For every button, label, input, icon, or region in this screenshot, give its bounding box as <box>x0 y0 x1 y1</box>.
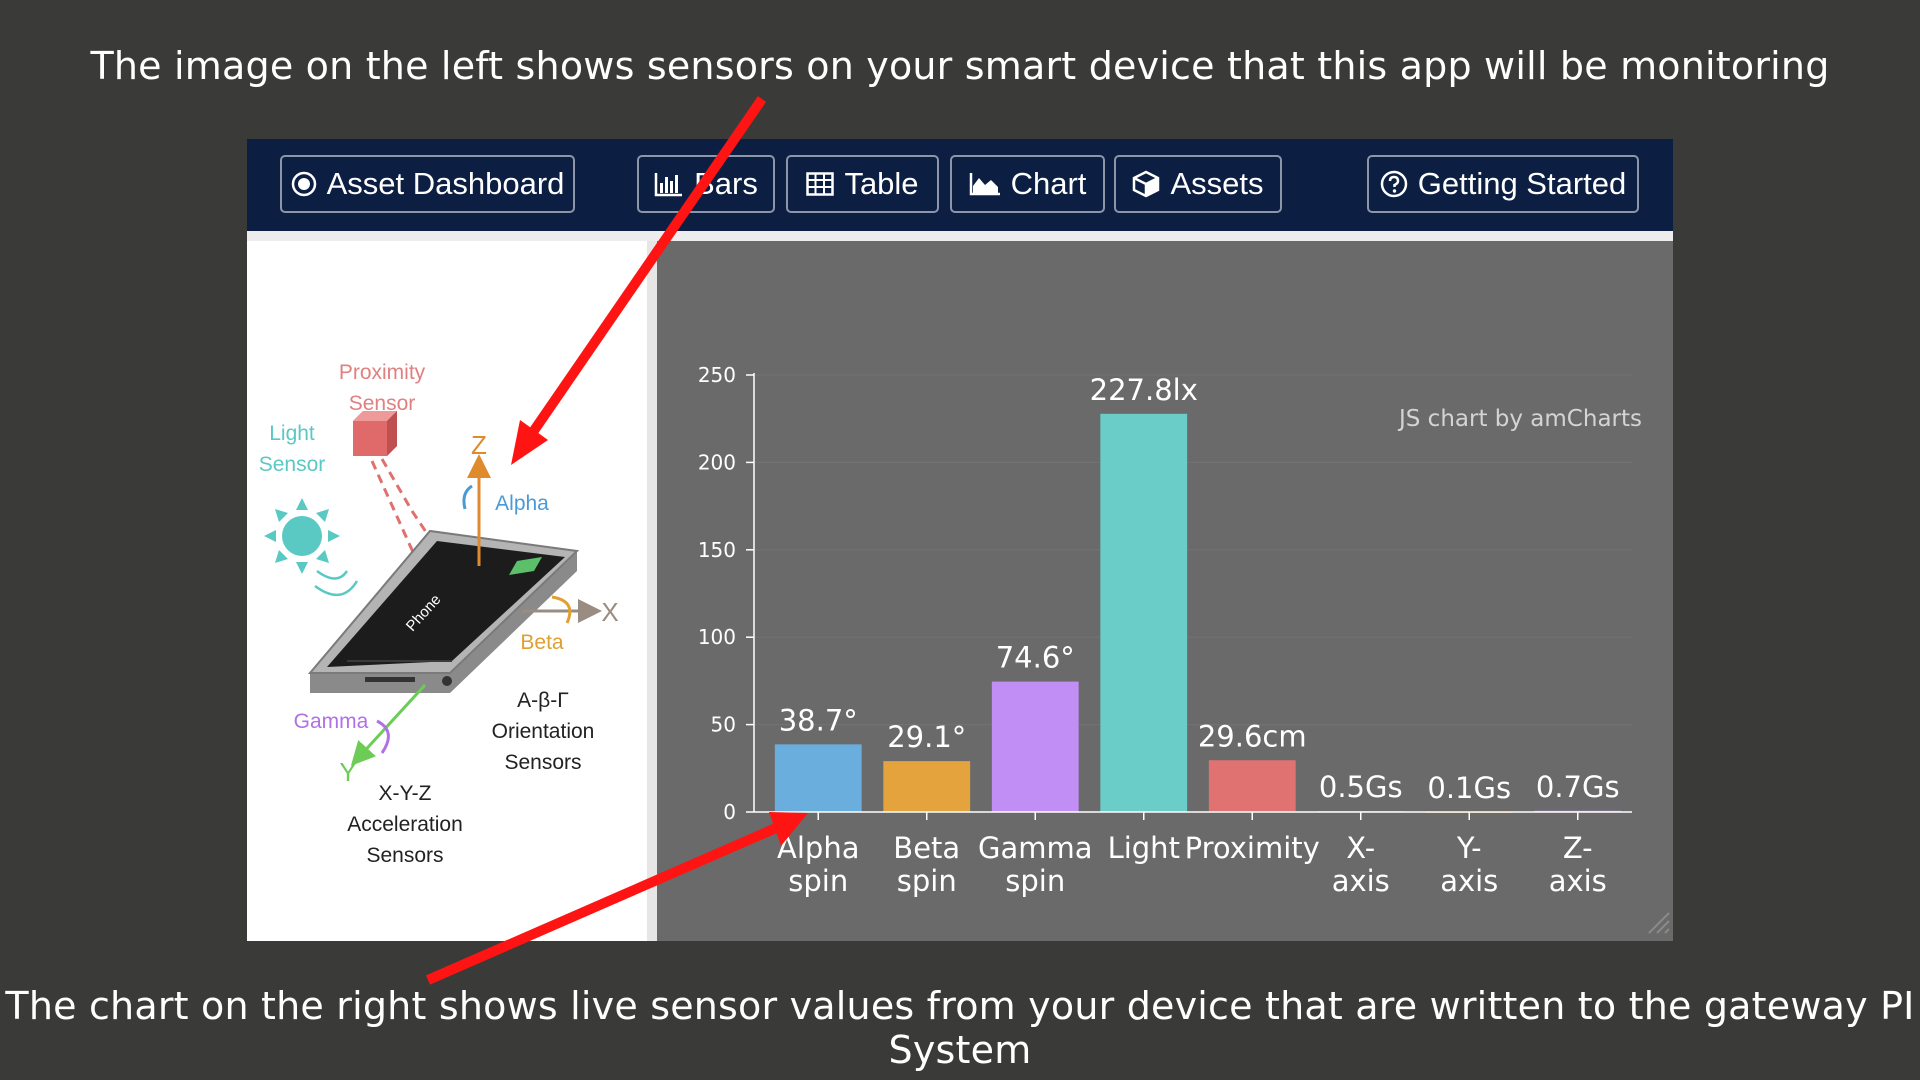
sun-icon <box>264 498 340 574</box>
light-wave-1 <box>316 569 349 580</box>
y-tick-label: 100 <box>698 625 736 649</box>
y-tick-label: 150 <box>698 538 736 562</box>
category-label: Alpha <box>777 831 859 865</box>
category-label: spin <box>788 864 848 898</box>
bar[interactable] <box>1100 413 1188 812</box>
navbar-separator <box>247 231 1673 241</box>
question-circle-icon <box>1380 170 1408 198</box>
area-chart-icon <box>969 172 1001 196</box>
sensor-diagram: Proximity Sensor Light Sensor Phone Z Al… <box>259 361 619 867</box>
category-label: Beta <box>893 831 960 865</box>
category-label: Light <box>1108 831 1180 865</box>
app-window: Asset Dashboard Bars Table Chart Assets <box>247 139 1673 941</box>
y-tick-label: 200 <box>698 450 736 474</box>
light-label-1: Light <box>269 422 315 445</box>
alpha-rotation-icon <box>462 484 473 510</box>
category-label: Proximity <box>1185 831 1320 865</box>
data-label: 74.6° <box>996 641 1075 675</box>
table-button[interactable]: Table <box>786 155 939 213</box>
category-label: X- <box>1346 831 1375 865</box>
data-label: 0.7Gs <box>1536 770 1620 804</box>
bar-chart: 38.7° 29.1° 74.6° 227.8lx 29.6cm 0.5Gs 0.1Gs 0.… <box>698 363 1670 934</box>
target-icon <box>291 171 317 197</box>
data-label: 0.1Gs <box>1427 771 1511 805</box>
bar[interactable] <box>883 761 971 812</box>
chart-panel: 38.7° 29.1° 74.6° 227.8lx 29.6cm 0.5Gs 0.1Gs 0.… <box>657 241 1673 941</box>
assets-button[interactable]: Assets <box>1114 155 1282 213</box>
category-label: Y- <box>1456 831 1482 865</box>
resize-grip-icon[interactable] <box>1648 912 1670 934</box>
gamma-label: Gamma <box>294 710 369 733</box>
y-tick-label: 250 <box>698 363 736 387</box>
orientation-label-3: Sensors <box>504 751 581 774</box>
y-tick-label: 0 <box>723 800 736 824</box>
bar[interactable] <box>1208 760 1296 812</box>
beta-label: Beta <box>520 631 564 654</box>
data-label: 227.8lx <box>1090 373 1198 407</box>
proximity-label-1: Proximity <box>339 361 426 384</box>
category-label: axis <box>1440 864 1498 898</box>
light-label-2: Sensor <box>259 453 326 476</box>
data-label: 38.7° <box>779 703 858 737</box>
assets-label: Assets <box>1170 166 1264 201</box>
chart-credit[interactable]: JS chart by amCharts <box>1397 406 1642 432</box>
bars-button[interactable]: Bars <box>637 155 775 213</box>
acceleration-label-2: Acceleration <box>347 813 463 836</box>
category-label: axis <box>1332 864 1390 898</box>
sensor-diagram-panel: Proximity Sensor Light Sensor Phone Z Al… <box>247 241 647 941</box>
data-label: 29.6cm <box>1198 719 1307 753</box>
y-tick-label: 50 <box>711 713 736 737</box>
acceleration-label-1: X-Y-Z <box>379 782 432 805</box>
category-label: axis <box>1549 864 1607 898</box>
data-label: 0.5Gs <box>1319 770 1403 804</box>
proximity-beam-1 <box>380 458 434 542</box>
category-label: spin <box>1005 864 1065 898</box>
orientation-label-1: A-β-Γ <box>517 689 569 712</box>
y-axis-label: Y <box>339 757 356 787</box>
x-axis-label: X <box>601 597 618 627</box>
caption-bottom: The chart on the right shows live sensor… <box>5 984 1915 1072</box>
z-axis-label: Z <box>471 430 487 460</box>
panel-divider <box>647 241 657 941</box>
alpha-label: Alpha <box>495 492 549 515</box>
bar[interactable] <box>991 681 1079 812</box>
light-wave-2 <box>314 580 359 596</box>
category-label: spin <box>897 864 957 898</box>
bar[interactable] <box>774 744 862 812</box>
cube-icon <box>1132 170 1160 198</box>
getting-started-button[interactable]: Getting Started <box>1367 155 1639 213</box>
orientation-label-2: Orientation <box>492 720 595 743</box>
asset-dashboard-button[interactable]: Asset Dashboard <box>280 155 575 213</box>
asset-dashboard-label: Asset Dashboard <box>326 166 565 201</box>
table-icon <box>806 172 835 196</box>
bars-layer: 38.7° 29.1° 74.6° 227.8lx 29.6cm 0.5Gs 0.1Gs 0.… <box>774 373 1622 813</box>
y-axis-arrow <box>350 683 427 766</box>
bars-label: Bars <box>694 166 758 201</box>
getting-started-label: Getting Started <box>1417 166 1627 201</box>
navbar: Asset Dashboard Bars Table Chart Assets <box>247 139 1673 231</box>
category-label: Z- <box>1563 831 1593 865</box>
proximity-sensor-icon <box>353 411 397 456</box>
bar-chart-icon <box>654 171 684 197</box>
proximity-beam-2 <box>370 460 419 562</box>
caption-top: The image on the left shows sensors on y… <box>90 44 1830 88</box>
category-label: Gamma <box>978 831 1093 865</box>
acceleration-label-3: Sensors <box>366 844 443 867</box>
chart-label: Chart <box>1010 166 1087 201</box>
table-label: Table <box>844 166 919 201</box>
data-label: 29.1° <box>887 720 966 754</box>
chart-button[interactable]: Chart <box>950 155 1105 213</box>
